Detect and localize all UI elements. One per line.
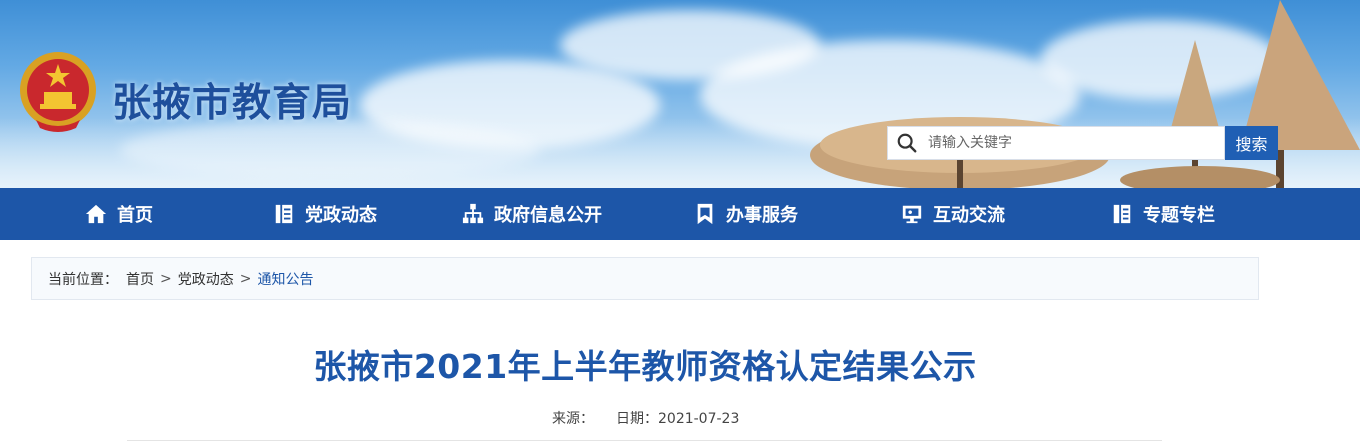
search-box bbox=[887, 126, 1225, 160]
news-icon bbox=[275, 204, 293, 224]
article-date: 日期：2021-07-23 bbox=[616, 411, 740, 427]
nav-item-label: 党政动态 bbox=[305, 205, 377, 226]
national-emblem-icon bbox=[20, 52, 96, 132]
bookmark-icon bbox=[697, 203, 713, 225]
nav-item-label: 办事服务 bbox=[726, 205, 798, 226]
divider bbox=[127, 440, 1162, 441]
nav-item-special-topics[interactable]: 专题专栏 bbox=[1111, 188, 1215, 240]
search-input[interactable] bbox=[926, 134, 1220, 152]
nav-item-services[interactable]: 办事服务 bbox=[694, 188, 798, 240]
nav-item-party-news[interactable]: 党政动态 bbox=[273, 188, 377, 240]
breadcrumb-separator: > bbox=[239, 270, 252, 287]
breadcrumb-prefix: 当前位置： bbox=[48, 271, 118, 288]
nav-item-label: 政府信息公开 bbox=[494, 205, 602, 226]
search-icon bbox=[897, 133, 917, 153]
monitor-icon bbox=[902, 205, 922, 224]
column-icon bbox=[1113, 204, 1131, 224]
nav-item-interaction[interactable]: 互动交流 bbox=[901, 188, 1005, 240]
main-nav: 首页 党政动态 政府信息公开 办事服务 互动交流 专题专栏 bbox=[0, 188, 1360, 240]
breadcrumb: 当前位置： 首页 > 党政动态 > 通知公告 bbox=[31, 257, 1259, 300]
header-banner: 张掖市教育局 搜索 bbox=[0, 0, 1360, 188]
nav-item-label: 首页 bbox=[117, 205, 153, 226]
org-icon bbox=[462, 203, 484, 224]
nav-item-gov-info[interactable]: 政府信息公开 bbox=[462, 188, 602, 240]
article-title: 张掖市2021年上半年教师资格认定结果公示 bbox=[313, 347, 977, 386]
breadcrumb-link-party-news[interactable]: 党政动态 bbox=[178, 269, 234, 289]
site-title: 张掖市教育局 bbox=[112, 81, 353, 126]
nav-item-label: 专题专栏 bbox=[1143, 205, 1215, 226]
article-source: 来源： bbox=[552, 411, 594, 427]
search-button[interactable]: 搜索 bbox=[1225, 126, 1278, 160]
home-icon bbox=[85, 204, 107, 224]
article-meta: 来源： 日期：2021-07-23 bbox=[552, 408, 739, 428]
nav-item-label: 互动交流 bbox=[933, 205, 1005, 226]
breadcrumb-link-home[interactable]: 首页 bbox=[126, 269, 154, 289]
breadcrumb-separator: > bbox=[160, 270, 172, 287]
breadcrumb-link-notices[interactable]: 通知公告 bbox=[257, 269, 313, 289]
nav-item-home[interactable]: 首页 bbox=[85, 188, 153, 240]
